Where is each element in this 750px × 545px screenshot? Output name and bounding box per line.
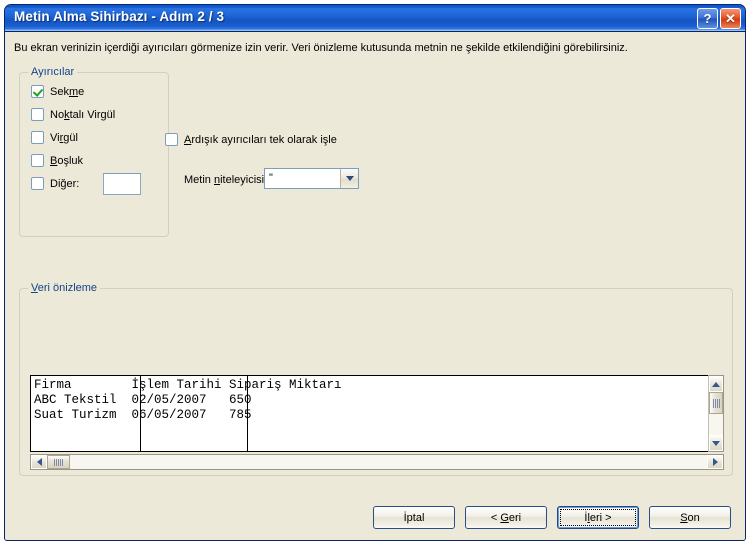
data-preview-pane: Firma İşlem Tarihi Sipariş Miktarı ABC T…: [30, 375, 724, 470]
focus-rectangle: [560, 509, 636, 526]
finish-button[interactable]: Son: [649, 506, 731, 529]
checkbox-other[interactable]: Diğer:: [31, 177, 79, 190]
scroll-up-icon[interactable]: [709, 376, 723, 392]
close-icon[interactable]: ✕: [720, 8, 741, 29]
checkbox-consecutive-separators[interactable]: Ardışık ayırıcıları tek olarak işle: [165, 133, 337, 146]
horizontal-scroll-thumb[interactable]: [47, 455, 70, 469]
checkbox-comma-box[interactable]: [31, 131, 44, 144]
text-qualifier-value: ": [269, 172, 273, 184]
vertical-scroll-track[interactable]: [709, 414, 723, 435]
title-bar-buttons: ? ✕: [697, 8, 741, 29]
back-button[interactable]: < Geri: [465, 506, 547, 529]
scroll-right-icon[interactable]: [707, 455, 723, 469]
help-icon[interactable]: ?: [697, 8, 718, 29]
vertical-scroll-thumb[interactable]: [709, 392, 723, 414]
title-bar: Metin Alma Sihirbazı - Adım 2 / 3 ? ✕: [5, 5, 745, 32]
horizontal-scroll-track[interactable]: [70, 455, 707, 469]
dialog-body: Bu ekran verinizin içerdiği ayırıcıları …: [5, 32, 745, 540]
text-qualifier-combobox[interactable]: ": [264, 168, 359, 189]
preview-row-header: Firma İşlem Tarihi Sipariş Miktarı: [34, 378, 342, 392]
checkbox-semicolon-label: Noktalı Virgül: [50, 108, 116, 121]
text-qualifier-label: Metin niteleyicisi:: [184, 174, 268, 186]
preview-row: Suat Turizm 06/05/2007 785: [34, 408, 252, 422]
preview-vertical-scrollbar[interactable]: [708, 375, 724, 452]
checkbox-tab-box[interactable]: [31, 85, 44, 98]
dialog-button-bar: İptal < Geri İleri > Son: [373, 506, 731, 529]
checkbox-semicolon[interactable]: Noktalı Virgül: [31, 108, 115, 121]
other-separator-input[interactable]: [103, 173, 141, 195]
checkbox-tab[interactable]: Sekme: [31, 85, 84, 98]
text-import-wizard-dialog: Metin Alma Sihirbazı - Adım 2 / 3 ? ✕ Bu…: [4, 4, 746, 541]
data-preview-group-title: Veri önizleme: [28, 282, 101, 294]
checkbox-space-label: Boşluk: [50, 154, 84, 167]
preview-horizontal-scrollbar[interactable]: [30, 454, 724, 470]
checkbox-space-box[interactable]: [31, 154, 44, 167]
checkbox-tab-label: Sekme: [50, 85, 85, 98]
chevron-down-icon[interactable]: [340, 169, 358, 188]
checkbox-comma-label: Virgül: [50, 131, 78, 144]
window-title: Metin Alma Sihirbazı - Adım 2 / 3: [14, 9, 225, 24]
checkbox-consecutive-separators-label: Ardışık ayırıcıları tek olarak işle: [184, 133, 337, 146]
description-text: Bu ekran verinizin içerdiği ayırıcıları …: [14, 42, 628, 54]
finish-button-label: Son: [680, 511, 700, 524]
data-preview-group: Veri önizleme Firma İşlem Tarihi Sipariş…: [19, 282, 733, 476]
scroll-left-icon[interactable]: [31, 455, 47, 469]
cancel-button-label: İptal: [403, 511, 425, 524]
checkbox-semicolon-box[interactable]: [31, 108, 44, 121]
checkbox-other-label: Diğer:: [50, 177, 80, 190]
back-button-label: < Geri: [490, 511, 522, 524]
checkbox-space[interactable]: Boşluk: [31, 154, 83, 167]
next-button[interactable]: İleri >: [557, 506, 639, 529]
preview-text-area[interactable]: Firma İşlem Tarihi Sipariş Miktarı ABC T…: [30, 375, 708, 452]
separators-group-title: Ayırıcılar: [28, 66, 78, 78]
separators-group: Ayırıcılar Sekme Noktalı Virgül Virgül B…: [19, 66, 169, 237]
checkbox-consecutive-separators-box[interactable]: [165, 133, 178, 146]
preview-row: ABC Tekstil 02/05/2007 650: [34, 393, 252, 407]
checkbox-other-box[interactable]: [31, 177, 44, 190]
scroll-down-icon[interactable]: [709, 435, 723, 451]
cancel-button[interactable]: İptal: [373, 506, 455, 529]
checkbox-comma[interactable]: Virgül: [31, 131, 78, 144]
